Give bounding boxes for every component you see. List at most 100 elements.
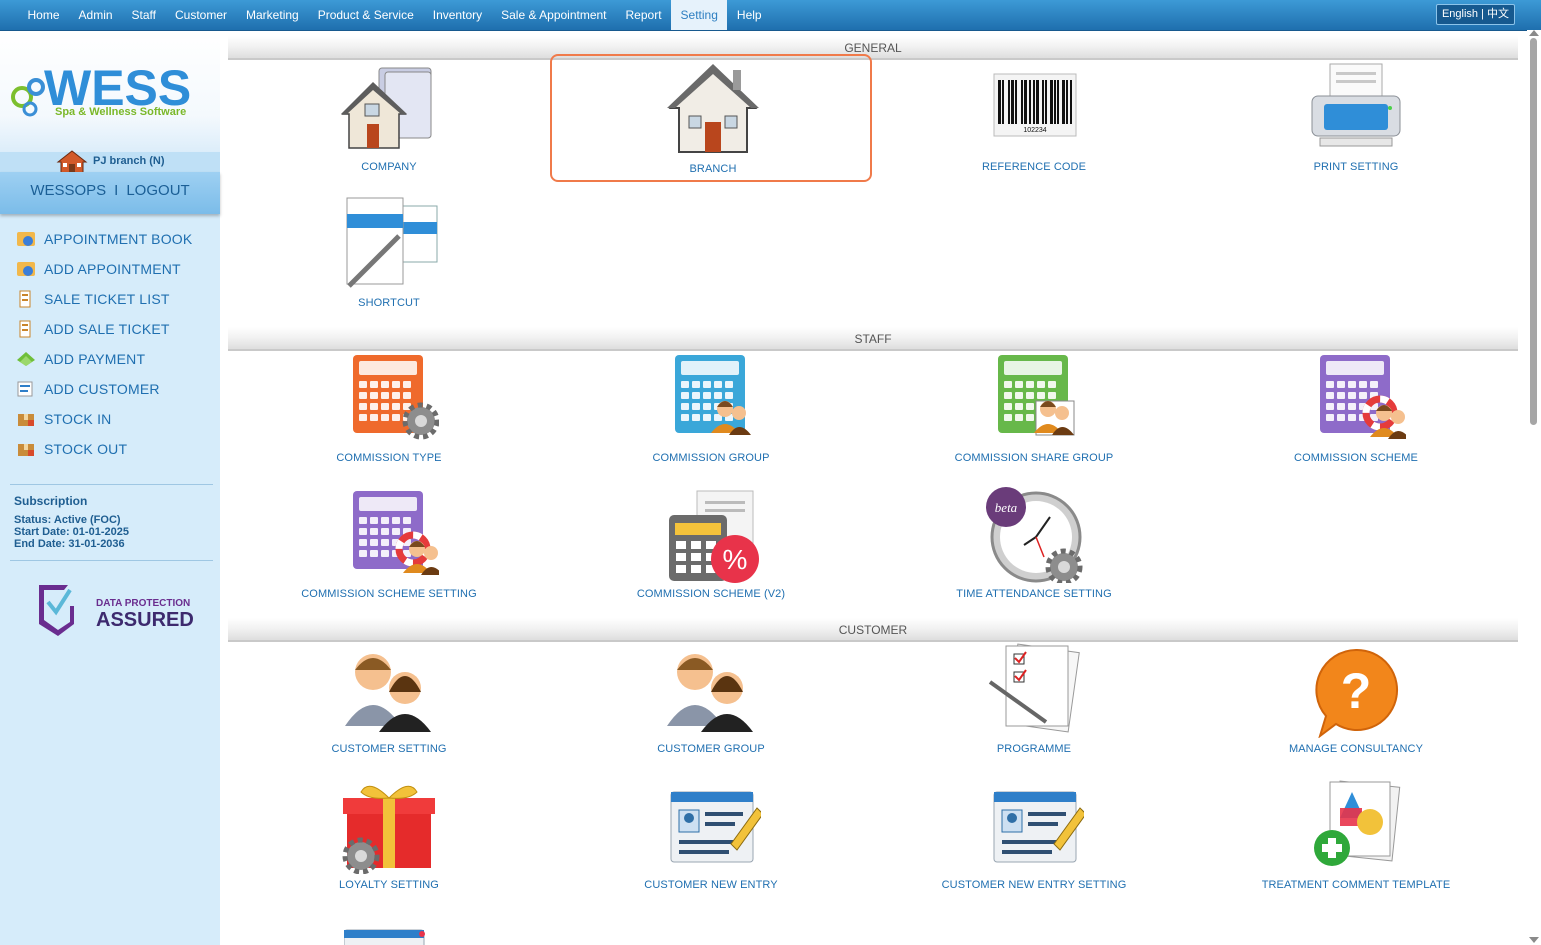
setting-tile-branch[interactable]: BRANCH (550, 54, 872, 182)
logo-area: WESS Spa & Wellness Software (0, 31, 220, 152)
commission-scheme-icon (1320, 355, 1406, 439)
setting-tile-shortcut[interactable]: SHORTCUT (228, 190, 550, 318)
sidebar: WESS Spa & Wellness Software PJ branch (… (0, 31, 220, 945)
branch-house-icon (56, 150, 88, 174)
language-switch[interactable]: English | 中文 (1435, 4, 1515, 25)
menu-item-sale-ticket-list[interactable]: SALE TICKET LIST (0, 284, 220, 314)
top-navigation-bar: Home Admin Staff Customer Marketing Product &… (0, 0, 1541, 31)
settings-panel: GENERAL COMPANY BRANCH 102234 REFERENCE CODE… (228, 30, 1518, 945)
setting-tile-commission-type[interactable]: COMMISSION TYPE (228, 345, 550, 473)
tile-label: LOYALTY SETTING (339, 879, 439, 891)
tile-label: CUSTOMER NEW ENTRY (644, 879, 778, 891)
scroll-down-arrow[interactable] (1529, 937, 1539, 943)
nav-inventory[interactable]: Inventory (423, 0, 491, 30)
subscription-title: Subscription (14, 494, 88, 508)
next-setting-tile-partial[interactable] (344, 928, 426, 945)
page-scrollbar[interactable] (1527, 30, 1541, 945)
tile-label: COMMISSION SCHEME (V2) (636, 588, 786, 600)
nav-home[interactable]: Home (18, 0, 69, 30)
menu-item-stock-in[interactable]: STOCK IN (0, 404, 220, 434)
customer-group-icon (667, 654, 753, 732)
divider (10, 560, 213, 561)
menu-item-label: STOCK IN (44, 411, 112, 427)
svg-text:ASSURED: ASSURED (96, 609, 194, 631)
entry-card-icon (344, 929, 425, 945)
current-branch-bar: PJ branch (N) (0, 150, 220, 174)
stock-in-icon (18, 414, 34, 426)
tile-label: COMMISSION TYPE (336, 452, 442, 464)
nav-help[interactable]: Help (727, 0, 771, 30)
scroll-thumb[interactable] (1530, 38, 1537, 425)
divider (10, 484, 213, 485)
nav-menu: Home Admin Staff Customer Marketing Product &… (0, 0, 1541, 30)
tile-label: TIME ATTENDANCE SETTING (956, 588, 1112, 600)
barcode-icon: 102234 (993, 73, 1077, 137)
setting-tile-treatment-comment-template[interactable]: TREATMENT COMMENT TEMPLATE (1195, 772, 1517, 900)
svg-text:beta: beta (995, 500, 1018, 515)
customer-new-entry-setting-icon (993, 791, 1084, 863)
tile-label: CUSTOMER NEW ENTRY SETTING (941, 879, 1127, 891)
menu-item-label: APPOINTMENT BOOK (44, 231, 193, 247)
nav-report[interactable]: Report (616, 0, 671, 30)
nav-marketing[interactable]: Marketing (237, 0, 309, 30)
add-appointment-icon (17, 262, 35, 276)
commission-scheme-setting-icon (353, 491, 439, 575)
menu-item-add-sale-ticket[interactable]: ADD SALE TICKET (0, 314, 220, 344)
appointment-book-icon (17, 232, 35, 246)
nav-staff[interactable]: Staff (122, 0, 165, 30)
add-customer-icon (17, 381, 33, 397)
menu-item-appointment-book[interactable]: APPOINTMENT BOOK (0, 224, 220, 254)
setting-tile-company[interactable]: COMPANY (228, 54, 550, 182)
menu-item-label: ADD CUSTOMER (44, 381, 160, 397)
svg-text:102234: 102234 (1023, 127, 1046, 134)
loyalty-gift-icon (342, 785, 435, 874)
setting-tile-programme[interactable]: PROGRAMME (873, 636, 1195, 764)
menu-item-label: ADD PAYMENT (44, 351, 146, 367)
setting-tile-reference-code[interactable]: 102234 REFERENCE CODE (873, 54, 1195, 182)
username-link[interactable]: WESSOPS (30, 182, 106, 199)
setting-tile-loyalty-setting[interactable]: LOYALTY SETTING (228, 772, 550, 900)
stock-out-icon (18, 444, 34, 456)
tile-label: PROGRAMME (996, 743, 1072, 755)
subscription-start-date: Start Date: 01-01-2025 (14, 526, 129, 538)
shortcut-icon (346, 197, 438, 288)
setting-tile-customer-group[interactable]: CUSTOMER GROUP (550, 636, 872, 764)
setting-tile-commission-scheme-setting[interactable]: COMMISSION SCHEME SETTING (228, 481, 550, 609)
nav-customer[interactable]: Customer (166, 0, 237, 30)
setting-tile-commission-scheme-v2[interactable]: % COMMISSION SCHEME (V2) (550, 481, 872, 609)
menu-item-label: ADD APPOINTMENT (44, 261, 181, 277)
setting-tile-manage-consultancy[interactable]: ? MANAGE CONSULTANCY (1195, 636, 1517, 764)
setting-tile-commission-group[interactable]: COMMISSION GROUP (550, 345, 872, 473)
nav-sale-appointment[interactable]: Sale & Appointment (492, 0, 616, 30)
setting-tile-commission-scheme[interactable]: COMMISSION SCHEME (1195, 345, 1517, 473)
menu-item-add-appointment[interactable]: ADD APPOINTMENT (0, 254, 220, 284)
commission-group-icon (675, 355, 751, 435)
account-bar: WESSOPS I LOGOUT (0, 172, 220, 214)
add-sale-ticket-icon (19, 320, 31, 338)
setting-tile-print-setting[interactable]: PRINT SETTING (1195, 54, 1517, 182)
subscription-status: Status: Active (FOC) (14, 514, 121, 526)
setting-tile-customer-new-entry[interactable]: CUSTOMER NEW ENTRY (550, 772, 872, 900)
menu-item-add-customer[interactable]: ADD CUSTOMER (0, 374, 220, 404)
scroll-up-arrow[interactable] (1529, 30, 1539, 36)
time-attendance-icon: beta (986, 487, 1083, 583)
commission-share-group-icon (998, 355, 1075, 436)
tile-label: CUSTOMER SETTING (331, 743, 447, 755)
nav-setting[interactable]: Setting (671, 0, 728, 30)
setting-tile-time-attendance-setting[interactable]: beta TIME ATTENDANCE SETTING (873, 481, 1195, 609)
setting-tile-commission-share-group[interactable]: COMMISSION SHARE GROUP (873, 345, 1195, 473)
setting-tile-customer-setting[interactable]: CUSTOMER SETTING (228, 636, 550, 764)
nav-product-service[interactable]: Product & Service (308, 0, 423, 30)
menu-item-stock-out[interactable]: STOCK OUT (0, 434, 220, 464)
logout-link[interactable]: LOGOUT (126, 182, 189, 199)
menu-item-label: SALE TICKET LIST (44, 291, 170, 307)
printer-icon (1311, 63, 1401, 147)
tile-label: PRINT SETTING (1313, 161, 1399, 173)
setting-tile-customer-new-entry-setting[interactable]: CUSTOMER NEW ENTRY SETTING (873, 772, 1195, 900)
menu-item-add-payment[interactable]: ADD PAYMENT (0, 344, 220, 374)
nav-admin[interactable]: Admin (69, 0, 122, 30)
consultancy-icon: ? (1315, 648, 1398, 738)
tile-label: BRANCH (689, 163, 737, 175)
commission-scheme-v2-icon: % (669, 490, 759, 583)
menu-item-label: STOCK OUT (44, 441, 128, 457)
